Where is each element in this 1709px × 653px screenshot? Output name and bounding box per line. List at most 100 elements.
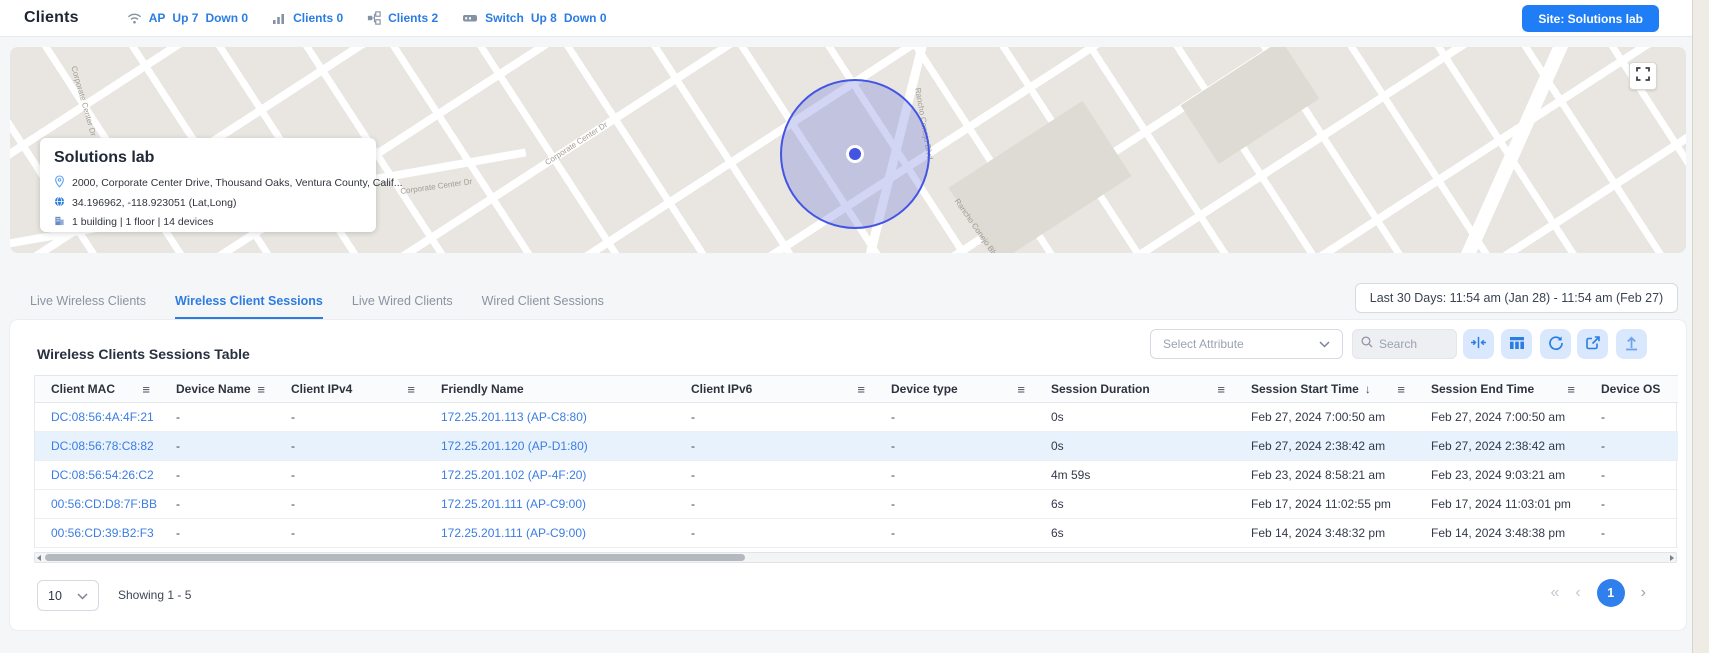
client-mac-link[interactable]: 00:56:CD:39:B2:F3: [51, 526, 154, 540]
tab-live-wireless-clients[interactable]: Live Wireless Clients: [30, 294, 146, 319]
col-client-mac[interactable]: Client MAC≡: [35, 376, 160, 403]
table-title: Wireless Clients Sessions Table: [37, 346, 250, 362]
col-session-duration[interactable]: Session Duration≡: [1035, 376, 1235, 403]
ap-label[interactable]: AP: [149, 11, 166, 25]
vertical-scrollbar[interactable]: [1692, 0, 1709, 653]
cell-client-ipv6: -: [675, 432, 875, 461]
column-menu-icon[interactable]: ≡: [857, 383, 865, 396]
switch-label[interactable]: Switch: [485, 11, 524, 25]
scroll-left-arrow[interactable]: [37, 555, 41, 561]
search-input[interactable]: [1379, 337, 1441, 351]
col-session-start-time[interactable]: Session Start Time↓≡: [1235, 376, 1415, 403]
friendly-name-link[interactable]: 172.25.201.111 (AP-C9:00): [441, 497, 586, 511]
cell-session-start: Feb 27, 2024 7:00:50 am: [1235, 403, 1415, 432]
site-location-marker[interactable]: [846, 145, 864, 163]
cell-device-name: -: [160, 461, 275, 490]
street-label: Corporate Center Dr: [69, 65, 98, 137]
cell-device-type: -: [875, 432, 1035, 461]
table-row[interactable]: DC:08:56:78:C8:82 - - 172.25.201.120 (AP…: [35, 432, 1678, 461]
switch-icon: [462, 12, 478, 24]
columns-button[interactable]: [1501, 329, 1532, 359]
current-page-button[interactable]: 1: [1597, 579, 1625, 607]
cell-session-duration: 6s: [1035, 519, 1235, 548]
friendly-name-link[interactable]: 172.25.201.113 (AP-C8:80): [441, 410, 587, 424]
client-tabs: Live Wireless Clients Wireless Client Se…: [30, 294, 604, 319]
cell-device-os: -: [1585, 432, 1678, 461]
signal-bars-icon: [272, 12, 286, 24]
column-menu-icon[interactable]: ≡: [1397, 383, 1405, 396]
col-device-type[interactable]: Device type≡: [875, 376, 1035, 403]
date-range-selector[interactable]: Last 30 Days: 11:54 am (Jan 28) - 11:54 …: [1355, 283, 1678, 313]
friendly-name-link[interactable]: 172.25.201.102 (AP-4F:20): [441, 468, 586, 482]
client-mac-link[interactable]: DC:08:56:54:26:C2: [51, 468, 154, 482]
column-menu-icon[interactable]: ≡: [1567, 383, 1575, 396]
next-page-button[interactable]: ›: [1641, 585, 1646, 601]
tab-wireless-client-sessions[interactable]: Wireless Client Sessions: [175, 294, 323, 319]
col-device-os[interactable]: Device OS: [1585, 376, 1678, 403]
site-selector-button[interactable]: Site: Solutions lab: [1522, 5, 1659, 32]
column-menu-icon[interactable]: ≡: [142, 383, 150, 396]
select-attribute-dropdown[interactable]: Select Attribute: [1150, 329, 1343, 359]
cell-device-type: -: [875, 403, 1035, 432]
table-search[interactable]: [1352, 329, 1457, 359]
wired-clients-count[interactable]: Clients 2: [388, 11, 438, 25]
horizontal-scrollbar-thumb[interactable]: [45, 554, 745, 561]
table-row[interactable]: DC:08:56:54:26:C2 - - 172.25.201.102 (AP…: [35, 461, 1678, 490]
prev-page-button[interactable]: ‹: [1575, 585, 1580, 601]
site-map[interactable]: Corporate Center Dr Corporate Center Dr …: [10, 47, 1686, 253]
table-row[interactable]: 00:56:CD:39:B2:F3 - - 172.25.201.111 (AP…: [35, 519, 1678, 548]
col-client-ipv6[interactable]: Client IPv6≡: [675, 376, 875, 403]
cell-client-ipv4: -: [275, 432, 425, 461]
col-client-ipv4[interactable]: Client IPv4≡: [275, 376, 425, 403]
column-menu-icon[interactable]: ≡: [1017, 383, 1025, 396]
friendly-name-link[interactable]: 172.25.201.111 (AP-C9:00): [441, 526, 586, 540]
chevron-down-icon: [1319, 337, 1330, 351]
cell-session-duration: 6s: [1035, 490, 1235, 519]
page-title: Clients: [24, 9, 79, 27]
location-pin-icon: [54, 175, 65, 191]
ap-up-count[interactable]: Up 7: [172, 11, 198, 25]
first-page-button[interactable]: «: [1550, 585, 1559, 601]
client-mac-link[interactable]: DC:08:56:78:C8:82: [51, 439, 154, 453]
tab-wired-client-sessions[interactable]: Wired Client Sessions: [482, 294, 604, 319]
fit-columns-button[interactable]: [1463, 329, 1494, 359]
ap-down-count[interactable]: Down 0: [205, 11, 248, 25]
horizontal-scrollbar[interactable]: [34, 552, 1677, 563]
switch-up-count[interactable]: Up 8: [531, 11, 557, 25]
cell-session-start: Feb 23, 2024 8:58:21 am: [1235, 461, 1415, 490]
sessions-table: Client MAC≡ Device Name≡ Client IPv4≡ Fr…: [34, 375, 1677, 548]
showing-label: Showing 1 - 5: [118, 588, 191, 602]
col-device-name[interactable]: Device Name≡: [160, 376, 275, 403]
wifi-icon: [127, 12, 142, 25]
cell-session-start: Feb 27, 2024 2:38:42 am: [1235, 432, 1415, 461]
export-button[interactable]: [1577, 329, 1608, 359]
column-menu-icon[interactable]: ≡: [1217, 383, 1225, 396]
table-row[interactable]: DC:08:56:4A:4F:21 - - 172.25.201.113 (AP…: [35, 403, 1678, 432]
cell-client-ipv4: -: [275, 490, 425, 519]
cell-client-ipv4: -: [275, 403, 425, 432]
cell-session-start: Feb 14, 2024 3:48:32 pm: [1235, 519, 1415, 548]
friendly-name-link[interactable]: 172.25.201.120 (AP-D1:80): [441, 439, 588, 453]
street-label: Corporate Center Dr: [543, 120, 609, 167]
page-size-select[interactable]: 10: [37, 580, 99, 611]
upload-button[interactable]: [1616, 329, 1647, 359]
cell-session-duration: 0s: [1035, 403, 1235, 432]
refresh-button[interactable]: [1540, 329, 1571, 359]
client-mac-link[interactable]: 00:56:CD:D8:7F:BB: [51, 497, 157, 511]
tab-live-wired-clients[interactable]: Live Wired Clients: [352, 294, 453, 319]
col-session-end-time[interactable]: Session End Time≡: [1415, 376, 1585, 403]
cell-client-ipv6: -: [675, 490, 875, 519]
column-menu-icon[interactable]: ≡: [257, 383, 265, 396]
client-mac-link[interactable]: DC:08:56:4A:4F:21: [51, 410, 154, 424]
sort-desc-icon[interactable]: ↓: [1365, 382, 1371, 396]
site-coverage-circle[interactable]: [780, 79, 930, 229]
external-link-icon: [1585, 335, 1601, 354]
scroll-right-arrow[interactable]: [1670, 555, 1674, 561]
column-menu-icon[interactable]: ≡: [407, 383, 415, 396]
map-fullscreen-button[interactable]: [1629, 62, 1657, 90]
wireless-clients-count[interactable]: Clients 0: [293, 11, 343, 25]
switch-down-count[interactable]: Down 0: [564, 11, 607, 25]
table-row[interactable]: 00:56:CD:D8:7F:BB - - 172.25.201.111 (AP…: [35, 490, 1678, 519]
clients-page: Clients AP Up 7 Down 0 Clients 0 Clients…: [0, 0, 1709, 653]
col-friendly-name[interactable]: Friendly Name: [425, 376, 675, 403]
